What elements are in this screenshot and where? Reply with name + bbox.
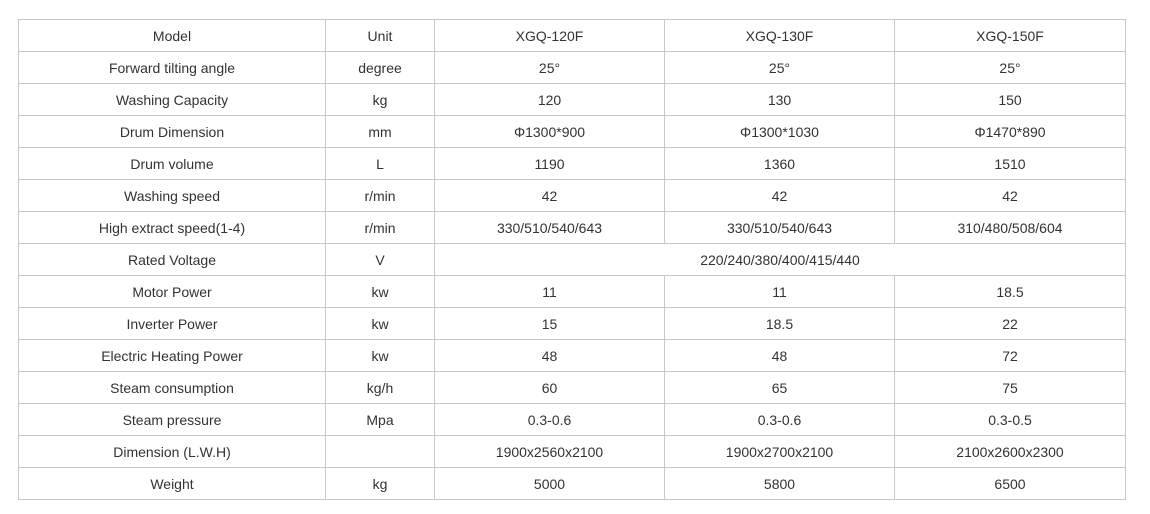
row-value-cell: 5800 — [664, 467, 895, 500]
spec-table-container: Model Unit XGQ-120F XGQ-130F XGQ-150F Fo… — [18, 19, 1126, 500]
row-value-cell: 75 — [894, 371, 1126, 404]
row-label-cell: Dimension (L.W.H) — [18, 435, 326, 468]
row-unit-cell: kg — [325, 467, 435, 500]
row-value-cell: 18.5 — [664, 307, 895, 340]
table-row: Steam consumption kg/h 60 65 75 — [18, 371, 1126, 404]
row-value-cell: 48 — [434, 339, 665, 372]
table-row: Forward tilting angle degree 25° 25° 25° — [18, 51, 1126, 84]
row-value-cell: 1900x2560x2100 — [434, 435, 665, 468]
row-value-cell: 1190 — [434, 147, 665, 180]
row-value-cell: 2100x2600x2300 — [894, 435, 1126, 468]
row-label-cell: Washing Capacity — [18, 83, 326, 116]
header-model-cell: Model — [18, 19, 326, 52]
row-unit-cell: r/min — [325, 179, 435, 212]
row-value-cell: 6500 — [894, 467, 1126, 500]
row-label-cell: Steam consumption — [18, 371, 326, 404]
table-row: Steam pressure Mpa 0.3-0.6 0.3-0.6 0.3-0.5 — [18, 403, 1126, 436]
table-row: Dimension (L.W.H) 1900x2560x2100 1900x2700… — [18, 435, 1126, 468]
row-label-cell: Drum volume — [18, 147, 326, 180]
row-value-cell: 42 — [894, 179, 1126, 212]
row-label-cell: Weight — [18, 467, 326, 500]
row-unit-cell: Mpa — [325, 403, 435, 436]
table-row: Rated Voltage V 220/240/380/400/415/440 — [18, 243, 1126, 276]
row-value-cell: 11 — [664, 275, 895, 308]
row-value-cell: 25° — [434, 51, 665, 84]
row-value-cell: 11 — [434, 275, 665, 308]
row-unit-cell: L — [325, 147, 435, 180]
spec-table: Model Unit XGQ-120F XGQ-130F XGQ-150F Fo… — [18, 19, 1126, 500]
row-label-cell: High extract speed(1-4) — [18, 211, 326, 244]
row-value-cell: 22 — [894, 307, 1126, 340]
spec-table-body: Model Unit XGQ-120F XGQ-130F XGQ-150F Fo… — [18, 19, 1126, 500]
row-value-cell: 310/480/508/604 — [894, 211, 1126, 244]
row-label-cell: Motor Power — [18, 275, 326, 308]
header-model-1-cell: XGQ-120F — [434, 19, 665, 52]
row-unit-cell: degree — [325, 51, 435, 84]
row-value-cell: 0.3-0.5 — [894, 403, 1126, 436]
row-unit-cell: r/min — [325, 211, 435, 244]
row-unit-cell: kg/h — [325, 371, 435, 404]
row-unit-cell: kg — [325, 83, 435, 116]
row-value-cell: 65 — [664, 371, 895, 404]
row-unit-cell: V — [325, 243, 435, 276]
table-row: Drum volume L 1190 1360 1510 — [18, 147, 1126, 180]
row-value-cell: 1510 — [894, 147, 1126, 180]
table-row: High extract speed(1-4) r/min 330/510/540/… — [18, 211, 1126, 244]
table-row: Weight kg 5000 5800 6500 — [18, 467, 1126, 500]
row-merged-value-cell: 220/240/380/400/415/440 — [434, 243, 1126, 276]
row-value-cell: Φ1300*900 — [434, 115, 665, 148]
header-unit-cell: Unit — [325, 19, 435, 52]
header-model-3-cell: XGQ-150F — [894, 19, 1126, 52]
row-value-cell: Φ1470*890 — [894, 115, 1126, 148]
row-value-cell: Φ1300*1030 — [664, 115, 895, 148]
row-label-cell: Inverter Power — [18, 307, 326, 340]
header-model-2-cell: XGQ-130F — [664, 19, 895, 52]
row-unit-cell: kw — [325, 339, 435, 372]
row-unit-cell: kw — [325, 275, 435, 308]
row-value-cell: 330/510/540/643 — [434, 211, 665, 244]
row-value-cell: 15 — [434, 307, 665, 340]
row-value-cell: 25° — [894, 51, 1126, 84]
table-row: Drum Dimension mm Φ1300*900 Φ1300*1030 Φ1470… — [18, 115, 1126, 148]
row-value-cell: 0.3-0.6 — [434, 403, 665, 436]
row-unit-cell: mm — [325, 115, 435, 148]
row-value-cell: 1900x2700x2100 — [664, 435, 895, 468]
table-row: Motor Power kw 11 11 18.5 — [18, 275, 1126, 308]
row-value-cell: 42 — [664, 179, 895, 212]
row-label-cell: Electric Heating Power — [18, 339, 326, 372]
table-header-row: Model Unit XGQ-120F XGQ-130F XGQ-150F — [18, 19, 1126, 52]
row-value-cell: 42 — [434, 179, 665, 212]
row-value-cell: 120 — [434, 83, 665, 116]
row-label-cell: Drum Dimension — [18, 115, 326, 148]
row-value-cell: 1360 — [664, 147, 895, 180]
table-row: Inverter Power kw 15 18.5 22 — [18, 307, 1126, 340]
table-row: Washing Capacity kg 120 130 150 — [18, 83, 1126, 116]
row-value-cell: 330/510/540/643 — [664, 211, 895, 244]
row-value-cell: 25° — [664, 51, 895, 84]
row-label-cell: Washing speed — [18, 179, 326, 212]
row-label-cell: Forward tilting angle — [18, 51, 326, 84]
row-value-cell: 60 — [434, 371, 665, 404]
row-label-cell: Rated Voltage — [18, 243, 326, 276]
row-value-cell: 5000 — [434, 467, 665, 500]
table-row: Washing speed r/min 42 42 42 — [18, 179, 1126, 212]
row-unit-cell: kw — [325, 307, 435, 340]
row-value-cell: 130 — [664, 83, 895, 116]
row-unit-cell — [325, 435, 435, 468]
row-value-cell: 48 — [664, 339, 895, 372]
table-row: Electric Heating Power kw 48 48 72 — [18, 339, 1126, 372]
row-label-cell: Steam pressure — [18, 403, 326, 436]
row-value-cell: 150 — [894, 83, 1126, 116]
row-value-cell: 72 — [894, 339, 1126, 372]
row-value-cell: 0.3-0.6 — [664, 403, 895, 436]
row-value-cell: 18.5 — [894, 275, 1126, 308]
